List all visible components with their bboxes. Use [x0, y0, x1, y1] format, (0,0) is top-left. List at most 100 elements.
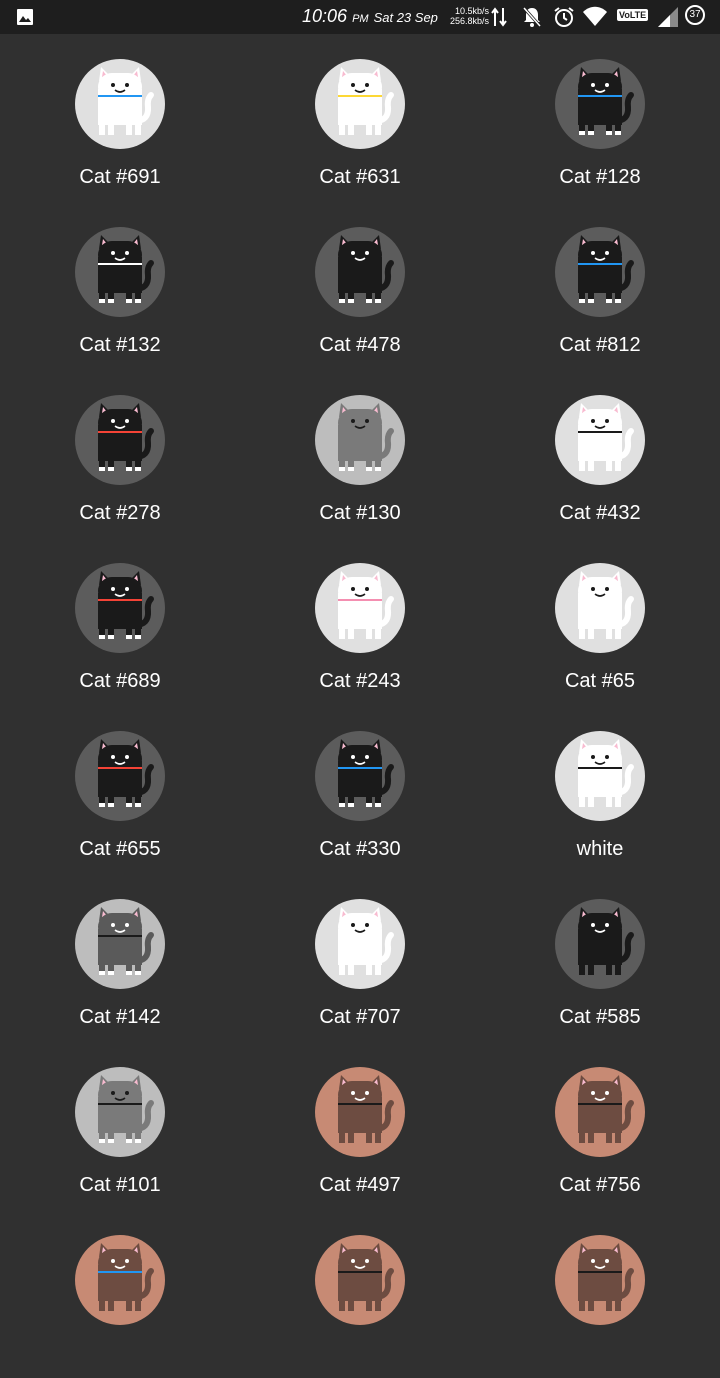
cat-item[interactable] [240, 1210, 480, 1378]
cat-item[interactable]: Cat #65 [480, 538, 720, 706]
cat-icon [98, 739, 154, 807]
cat-item[interactable]: Cat #128 [480, 34, 720, 202]
cat-avatar[interactable] [555, 395, 645, 485]
cat-item[interactable]: Cat #691 [0, 34, 240, 202]
status-bar: 10:06 PM Sat 23 Sep 10.5kb/s 256.8kb/s V… [0, 0, 720, 34]
cat-item[interactable]: Cat #330 [240, 706, 480, 874]
cat-avatar[interactable] [315, 563, 405, 653]
data-transfer-icon [491, 7, 507, 27]
status-clock: 10:06 PM Sat 23 Sep [302, 6, 438, 27]
cat-name-label: Cat #655 [79, 838, 161, 860]
cat-item[interactable]: Cat #812 [480, 202, 720, 370]
cat-name-label: Cat #756 [559, 1174, 641, 1196]
volte-badge: VoLTE [617, 9, 649, 21]
cat-icon [338, 1075, 394, 1143]
cat-icon [578, 739, 634, 807]
cat-item[interactable]: Cat #142 [0, 874, 240, 1042]
status-ampm: PM [352, 13, 369, 25]
cat-icon [338, 67, 394, 135]
cat-name-label: Cat #689 [79, 670, 161, 692]
cat-avatar[interactable] [555, 1235, 645, 1325]
cat-item[interactable]: Cat #497 [240, 1042, 480, 1210]
network-speed-down: 256.8kb/s [449, 16, 489, 26]
cat-item[interactable]: Cat #585 [480, 874, 720, 1042]
cat-icon [338, 1243, 394, 1311]
cat-item[interactable]: Cat #689 [0, 538, 240, 706]
cat-icon [98, 1075, 154, 1143]
cat-icon [338, 571, 394, 639]
cat-avatar[interactable] [315, 1235, 405, 1325]
cat-name-label: Cat #691 [79, 166, 161, 188]
cat-item[interactable] [0, 1210, 240, 1378]
cat-avatar[interactable] [315, 1067, 405, 1157]
cat-avatar[interactable] [75, 899, 165, 989]
cat-avatar[interactable] [75, 1067, 165, 1157]
cat-icon [98, 1243, 154, 1311]
cat-avatar[interactable] [315, 395, 405, 485]
cat-avatar[interactable] [555, 563, 645, 653]
cat-name-label: Cat #585 [559, 1006, 641, 1028]
cat-item[interactable]: Cat #478 [240, 202, 480, 370]
cat-icon [98, 571, 154, 639]
cat-name-label: white [576, 838, 624, 860]
cat-icon [98, 67, 154, 135]
cat-item[interactable]: Cat #130 [240, 370, 480, 538]
cat-icon [578, 571, 634, 639]
cat-avatar[interactable] [555, 1067, 645, 1157]
cat-icon [338, 739, 394, 807]
cat-item[interactable]: Cat #631 [240, 34, 480, 202]
cellular-signal-icon [658, 7, 678, 27]
cat-item[interactable]: Cat #278 [0, 370, 240, 538]
battery-indicator: 37 [685, 5, 705, 25]
cat-item[interactable] [480, 1210, 720, 1378]
cat-avatar[interactable] [555, 59, 645, 149]
cat-name-label: Cat #812 [559, 334, 641, 356]
cat-icon [338, 235, 394, 303]
cat-icon [98, 235, 154, 303]
cat-name-label: Cat #132 [79, 334, 161, 356]
cat-avatar[interactable] [75, 563, 165, 653]
cat-avatar[interactable] [75, 59, 165, 149]
cat-item[interactable]: Cat #132 [0, 202, 240, 370]
cat-name-label: Cat #243 [319, 670, 401, 692]
network-speed: 10.5kb/s 256.8kb/s [445, 6, 489, 26]
cat-avatar[interactable] [555, 731, 645, 821]
cat-name-label: Cat #631 [319, 166, 401, 188]
cat-avatar[interactable] [315, 731, 405, 821]
wifi-icon [583, 6, 607, 26]
gallery-notification-icon [17, 9, 33, 25]
cat-avatar[interactable] [75, 395, 165, 485]
cat-avatar[interactable] [75, 731, 165, 821]
status-time: 10:06 [302, 6, 348, 26]
alarm-icon [554, 7, 574, 27]
cat-name-label: Cat #142 [79, 1006, 161, 1028]
cat-icon [578, 67, 634, 135]
cat-name-label: Cat #478 [319, 334, 401, 356]
cat-icon [578, 1075, 634, 1143]
cat-avatar[interactable] [315, 59, 405, 149]
cat-icon [578, 403, 634, 471]
notifications-off-icon [522, 7, 542, 27]
cat-avatar[interactable] [315, 227, 405, 317]
cat-avatar[interactable] [315, 899, 405, 989]
cat-name-label: Cat #707 [319, 1006, 401, 1028]
cat-item[interactable]: white [480, 706, 720, 874]
cat-icon [98, 403, 154, 471]
cat-item[interactable]: Cat #101 [0, 1042, 240, 1210]
cat-avatar[interactable] [555, 899, 645, 989]
cat-name-label: Cat #101 [79, 1174, 161, 1196]
cat-name-label: Cat #65 [564, 670, 636, 692]
cat-avatar[interactable] [75, 227, 165, 317]
cat-name-label: Cat #432 [559, 502, 641, 524]
cat-item[interactable]: Cat #707 [240, 874, 480, 1042]
cat-item[interactable]: Cat #432 [480, 370, 720, 538]
cat-name-label: Cat #130 [319, 502, 401, 524]
cat-avatar[interactable] [555, 227, 645, 317]
network-speed-up: 10.5kb/s [454, 6, 489, 16]
cat-item[interactable]: Cat #655 [0, 706, 240, 874]
cat-avatar[interactable] [75, 1235, 165, 1325]
cat-item[interactable]: Cat #243 [240, 538, 480, 706]
cat-name-label: Cat #330 [319, 838, 401, 860]
cat-name-label: Cat #128 [559, 166, 641, 188]
cat-item[interactable]: Cat #756 [480, 1042, 720, 1210]
